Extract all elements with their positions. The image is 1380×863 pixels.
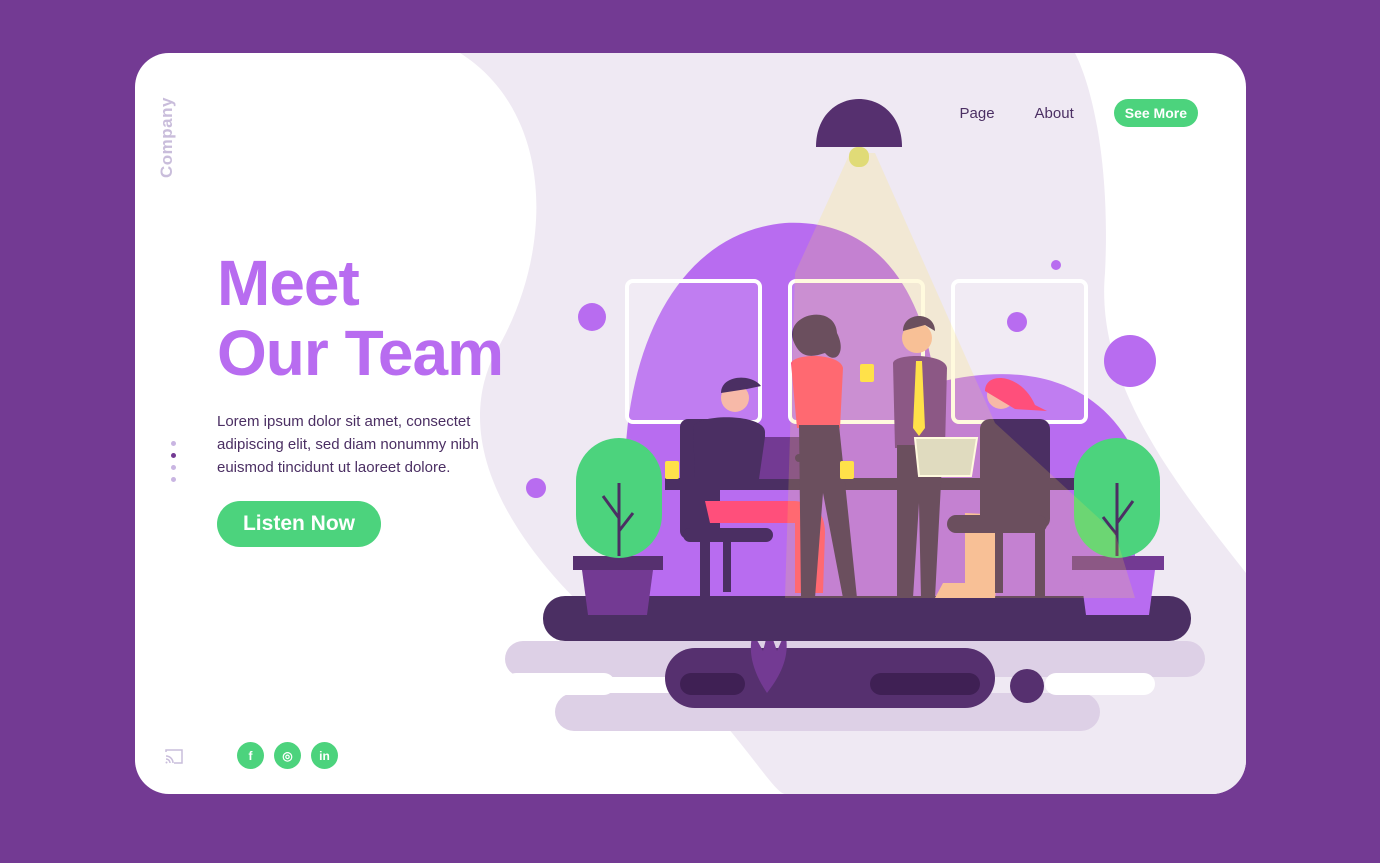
- floor-slot: [680, 673, 745, 695]
- mug: [665, 461, 679, 479]
- cast-icon[interactable]: [165, 749, 183, 764]
- deco-dot: [1051, 260, 1061, 270]
- title-line-1: Meet: [217, 247, 360, 319]
- plant-pot: [582, 570, 653, 615]
- floor-dot: [1010, 669, 1044, 703]
- pagination-dot[interactable]: [171, 477, 176, 482]
- pagination-dot[interactable]: [171, 441, 176, 446]
- listen-now-button[interactable]: Listen Now: [217, 501, 381, 547]
- landing-card: Company Page About See More Meet Our Tea…: [135, 53, 1246, 794]
- hero-description: Lorem ipsum dolor sit amet, consectet ad…: [217, 413, 479, 476]
- lamp-shade: [816, 99, 902, 147]
- instagram-icon[interactable]: ◎: [274, 742, 301, 769]
- person-torso: [693, 417, 766, 478]
- deco-dot: [578, 303, 606, 331]
- page-title: Meet Our Team: [217, 247, 504, 389]
- deco-dot: [526, 478, 546, 498]
- chair-seat: [683, 528, 773, 542]
- see-more-button[interactable]: See More: [1113, 99, 1198, 127]
- lamp-bulb: [849, 147, 869, 167]
- deco-dot: [1104, 335, 1156, 387]
- social-links: f ◎ in: [237, 742, 338, 769]
- pagination-dot-active[interactable]: [171, 453, 176, 458]
- nav-link-page[interactable]: Page: [960, 105, 995, 122]
- linkedin-icon[interactable]: in: [311, 742, 338, 769]
- deco-dot: [1007, 312, 1027, 332]
- ground-shadow: [505, 673, 615, 695]
- title-line-2: Our Team: [217, 317, 504, 389]
- plant-shelf: [573, 556, 663, 570]
- pagination-dot[interactable]: [171, 465, 176, 470]
- top-nav: Page About See More: [960, 99, 1198, 127]
- ground-shadow: [1045, 673, 1155, 695]
- facebook-icon[interactable]: f: [237, 742, 264, 769]
- pagination-dots: [171, 441, 176, 482]
- brand-logo[interactable]: Company: [157, 97, 177, 178]
- nav-link-about[interactable]: About: [1035, 105, 1074, 122]
- chair-leg: [723, 542, 731, 592]
- floor-slot: [870, 673, 980, 695]
